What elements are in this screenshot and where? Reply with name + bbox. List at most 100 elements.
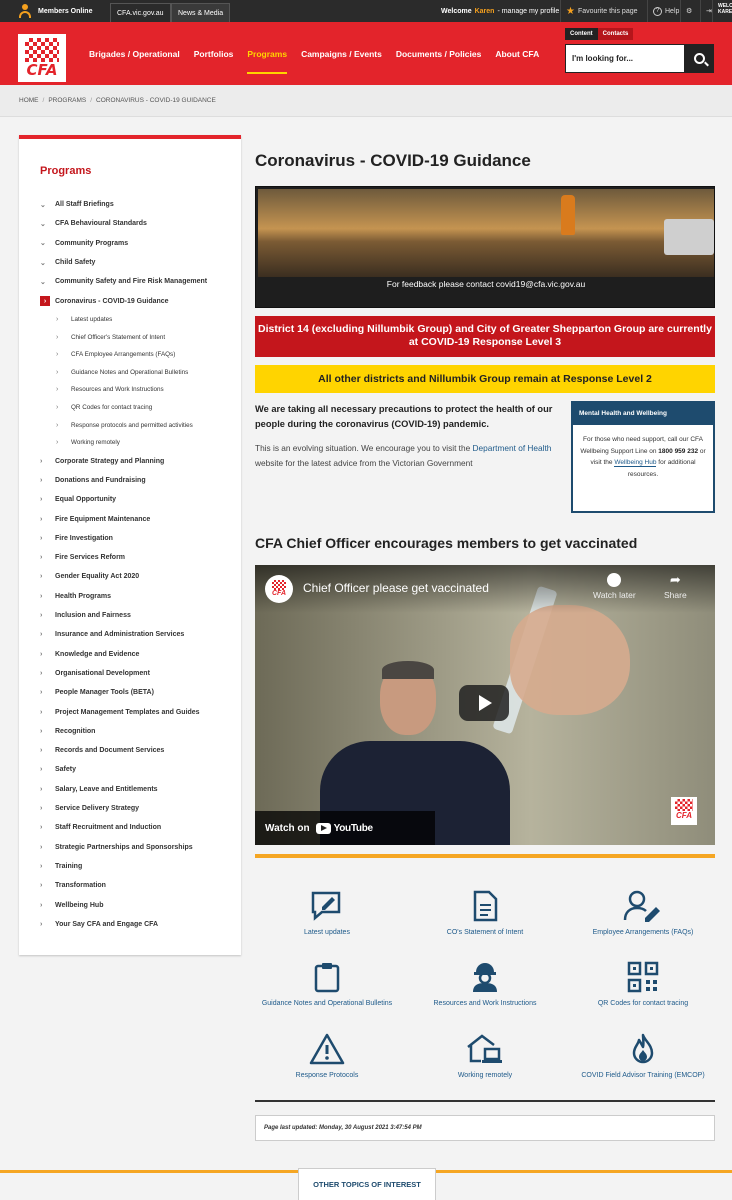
play-button[interactable] bbox=[459, 685, 509, 721]
video-title[interactable]: Chief Officer please get vaccinated bbox=[303, 581, 489, 595]
sidebar-item[interactable]: › Staff Recruitment and Induction bbox=[40, 818, 235, 837]
sidebar-item[interactable]: › Gender Equality Act 2020 bbox=[40, 567, 235, 586]
nav-portfolios[interactable]: Portfolios bbox=[187, 22, 241, 85]
sidebar-item[interactable]: › Fire Equipment Maintenance bbox=[40, 509, 235, 528]
sidebar-item[interactable]: ⌄ CFA Behavioural Standards bbox=[40, 214, 235, 233]
sidebar-item-label: Donations and Fundraising bbox=[55, 476, 146, 484]
sidebar-item[interactable]: › Your Say CFA and Engage CFA bbox=[40, 915, 235, 934]
breadcrumb-current: CORONAVIRUS - COVID-19 GUIDANCE bbox=[96, 97, 216, 104]
cfa-logo[interactable]: CFA bbox=[18, 34, 66, 82]
watch-later-button[interactable]: Watch later bbox=[593, 573, 636, 600]
chevron-icon: › bbox=[40, 747, 43, 755]
quick-link-response-protocols[interactable]: Response Protocols bbox=[257, 1033, 397, 1081]
sidebar-item[interactable]: ⌄ Community Safety and Fire Risk Manageme… bbox=[40, 272, 235, 291]
user-name: Karen bbox=[474, 7, 495, 15]
sidebar-item[interactable]: ⌄ All Staff Briefings bbox=[40, 195, 235, 214]
sidebar-item[interactable]: ⌄ Community Programs bbox=[40, 234, 235, 253]
tab-contacts[interactable]: Contacts bbox=[597, 28, 634, 40]
sidebar-item[interactable]: ⌄ Child Safety bbox=[40, 253, 235, 272]
sidebar-item[interactable]: › Fire Investigation bbox=[40, 529, 235, 548]
members-online[interactable]: Members Online bbox=[18, 0, 92, 22]
help-button[interactable]: ? Help bbox=[647, 0, 679, 22]
watch-on-youtube[interactable]: Watch on YouTube bbox=[255, 811, 435, 845]
sidebar-item[interactable]: › Project Management Templates and Guides bbox=[40, 702, 235, 721]
department-health-link[interactable]: Department of Health bbox=[473, 443, 552, 453]
mental-health-panel: Mental Health and Wellbeing For those wh… bbox=[571, 401, 715, 513]
tab-content[interactable]: Content bbox=[565, 28, 598, 40]
nav-brigades[interactable]: Brigades / Operational bbox=[82, 22, 187, 85]
share-button[interactable]: ➦ Share bbox=[664, 573, 687, 601]
nav-campaigns[interactable]: Campaigns / Events bbox=[294, 22, 389, 85]
favourite-button[interactable]: ★ Favourite this page bbox=[560, 0, 638, 22]
nav-programs[interactable]: Programs bbox=[240, 22, 294, 85]
sidebar-item[interactable]: › Corporate Strategy and Planning bbox=[40, 452, 235, 471]
sidebar-item-label: Wellbeing Hub bbox=[55, 901, 104, 909]
chevron-icon: › bbox=[56, 404, 59, 412]
sidebar-item-active[interactable]: › Coronavirus - COVID-19 Guidance bbox=[40, 291, 235, 310]
sidebar-item[interactable]: › Strategic Partnerships and Sponsorships bbox=[40, 837, 235, 856]
sidebar-item[interactable]: › Insurance and Administration Services bbox=[40, 625, 235, 644]
sidebar-item[interactable]: › Service Delivery Strategy bbox=[40, 799, 235, 818]
sidebar-subitem[interactable]: › QR Codes for contact tracing bbox=[40, 399, 235, 417]
sidebar-item-label: Recognition bbox=[55, 727, 96, 735]
sidebar-subitem[interactable]: › Working remotely bbox=[40, 434, 235, 452]
sidebar-subitem[interactable]: › Response protocols and permitted activi… bbox=[40, 416, 235, 434]
sidebar-item[interactable]: › Equal Opportunity bbox=[40, 490, 235, 509]
cfa-site-link[interactable]: CFA.vic.gov.au bbox=[110, 3, 171, 22]
chevron-icon: › bbox=[40, 862, 43, 870]
breadcrumb-bar: HOME / PROGRAMS / CORONAVIRUS - COVID-19… bbox=[0, 85, 732, 117]
quick-link-employee-faqs[interactable]: Employee Arrangements (FAQs) bbox=[573, 890, 713, 938]
sidebar-item[interactable]: › Fire Services Reform bbox=[40, 548, 235, 567]
breadcrumb-programs[interactable]: PROGRAMS bbox=[48, 97, 86, 104]
sidebar-item[interactable]: › Wellbeing Hub bbox=[40, 895, 235, 914]
quick-link-statement[interactable]: CO's Statement of Intent bbox=[415, 890, 555, 938]
manage-profile-link[interactable]: - manage my profile bbox=[497, 8, 559, 15]
settings-button[interactable]: ⚙ bbox=[680, 0, 692, 22]
quick-link-resources[interactable]: Resources and Work Instructions bbox=[415, 961, 555, 1009]
sidebar-item[interactable]: › Recognition bbox=[40, 722, 235, 741]
video-player[interactable]: CFA Chief Officer please get vaccinated … bbox=[255, 565, 715, 845]
search-button[interactable] bbox=[685, 44, 714, 73]
sidebar-item[interactable]: › Training bbox=[40, 857, 235, 876]
chevron-icon: › bbox=[40, 843, 43, 851]
sidebar-item[interactable]: › People Manager Tools (BETA) bbox=[40, 683, 235, 702]
nav-about[interactable]: About CFA bbox=[488, 22, 546, 85]
nav-documents[interactable]: Documents / Policies bbox=[389, 22, 489, 85]
sidebar-subitem[interactable]: › Chief Officer's Statement of Intent bbox=[40, 328, 235, 346]
checkerboard-icon bbox=[25, 38, 59, 62]
flame-icon bbox=[632, 1033, 654, 1064]
sidebar-item[interactable]: › Organisational Development bbox=[40, 664, 235, 683]
quick-link-guidance-notes[interactable]: Guidance Notes and Operational Bulletins bbox=[257, 961, 397, 1009]
sidebar-subitem[interactable]: › CFA Employee Arrangements (FAQs) bbox=[40, 346, 235, 364]
sidebar-subitem[interactable]: › Resources and Work Instructions bbox=[40, 381, 235, 399]
wellbeing-hub-link[interactable]: Wellbeing Hub bbox=[614, 459, 657, 467]
mental-health-body: For those who need support, call our CFA… bbox=[580, 436, 706, 478]
logout-button[interactable]: ⇥ bbox=[700, 0, 712, 22]
sidebar-subitem[interactable]: › Latest updates bbox=[40, 311, 235, 329]
sidebar-item[interactable]: › Transformation bbox=[40, 876, 235, 895]
quick-link-qr-codes[interactable]: QR Codes for contact tracing bbox=[573, 961, 713, 1009]
sidebar-item-label: QR Codes for contact tracing bbox=[71, 404, 153, 412]
sidebar-item[interactable]: › Donations and Fundraising bbox=[40, 471, 235, 490]
sidebar-subitem[interactable]: › Guidance Notes and Operational Bulletin… bbox=[40, 364, 235, 382]
sidebar-item[interactable]: › Health Programs bbox=[40, 587, 235, 606]
chevron-icon: › bbox=[40, 689, 43, 697]
chevron-icon: › bbox=[56, 421, 59, 429]
quick-link-latest-updates[interactable]: Latest updates bbox=[257, 890, 397, 938]
sidebar-item[interactable]: › Knowledge and Evidence bbox=[40, 645, 235, 664]
channel-avatar[interactable]: CFA bbox=[265, 575, 293, 603]
sidebar-item[interactable]: › Inclusion and Fairness bbox=[40, 606, 235, 625]
chevron-icon: › bbox=[40, 824, 43, 832]
chevron-icon: › bbox=[40, 901, 43, 909]
sidebar-item[interactable]: › Safety bbox=[40, 760, 235, 779]
search-input[interactable]: I'm looking for... bbox=[565, 44, 685, 73]
breadcrumb-home[interactable]: HOME bbox=[19, 97, 39, 104]
sidebar-item[interactable]: › Records and Document Services bbox=[40, 741, 235, 760]
sidebar-item[interactable]: › Salary, Leave and Entitlements bbox=[40, 780, 235, 799]
quick-link-working-remotely[interactable]: Working remotely bbox=[415, 1033, 555, 1081]
chevron-icon: › bbox=[56, 316, 59, 324]
quick-link-field-advisor-training[interactable]: COVID Field Advisor Training (EMCOP) bbox=[573, 1033, 713, 1081]
other-topics-tab[interactable]: OTHER TOPICS OF INTEREST bbox=[298, 1168, 436, 1200]
news-media-link[interactable]: News & Media bbox=[171, 3, 231, 22]
page-title: Coronavirus - COVID-19 Guidance bbox=[255, 151, 531, 170]
